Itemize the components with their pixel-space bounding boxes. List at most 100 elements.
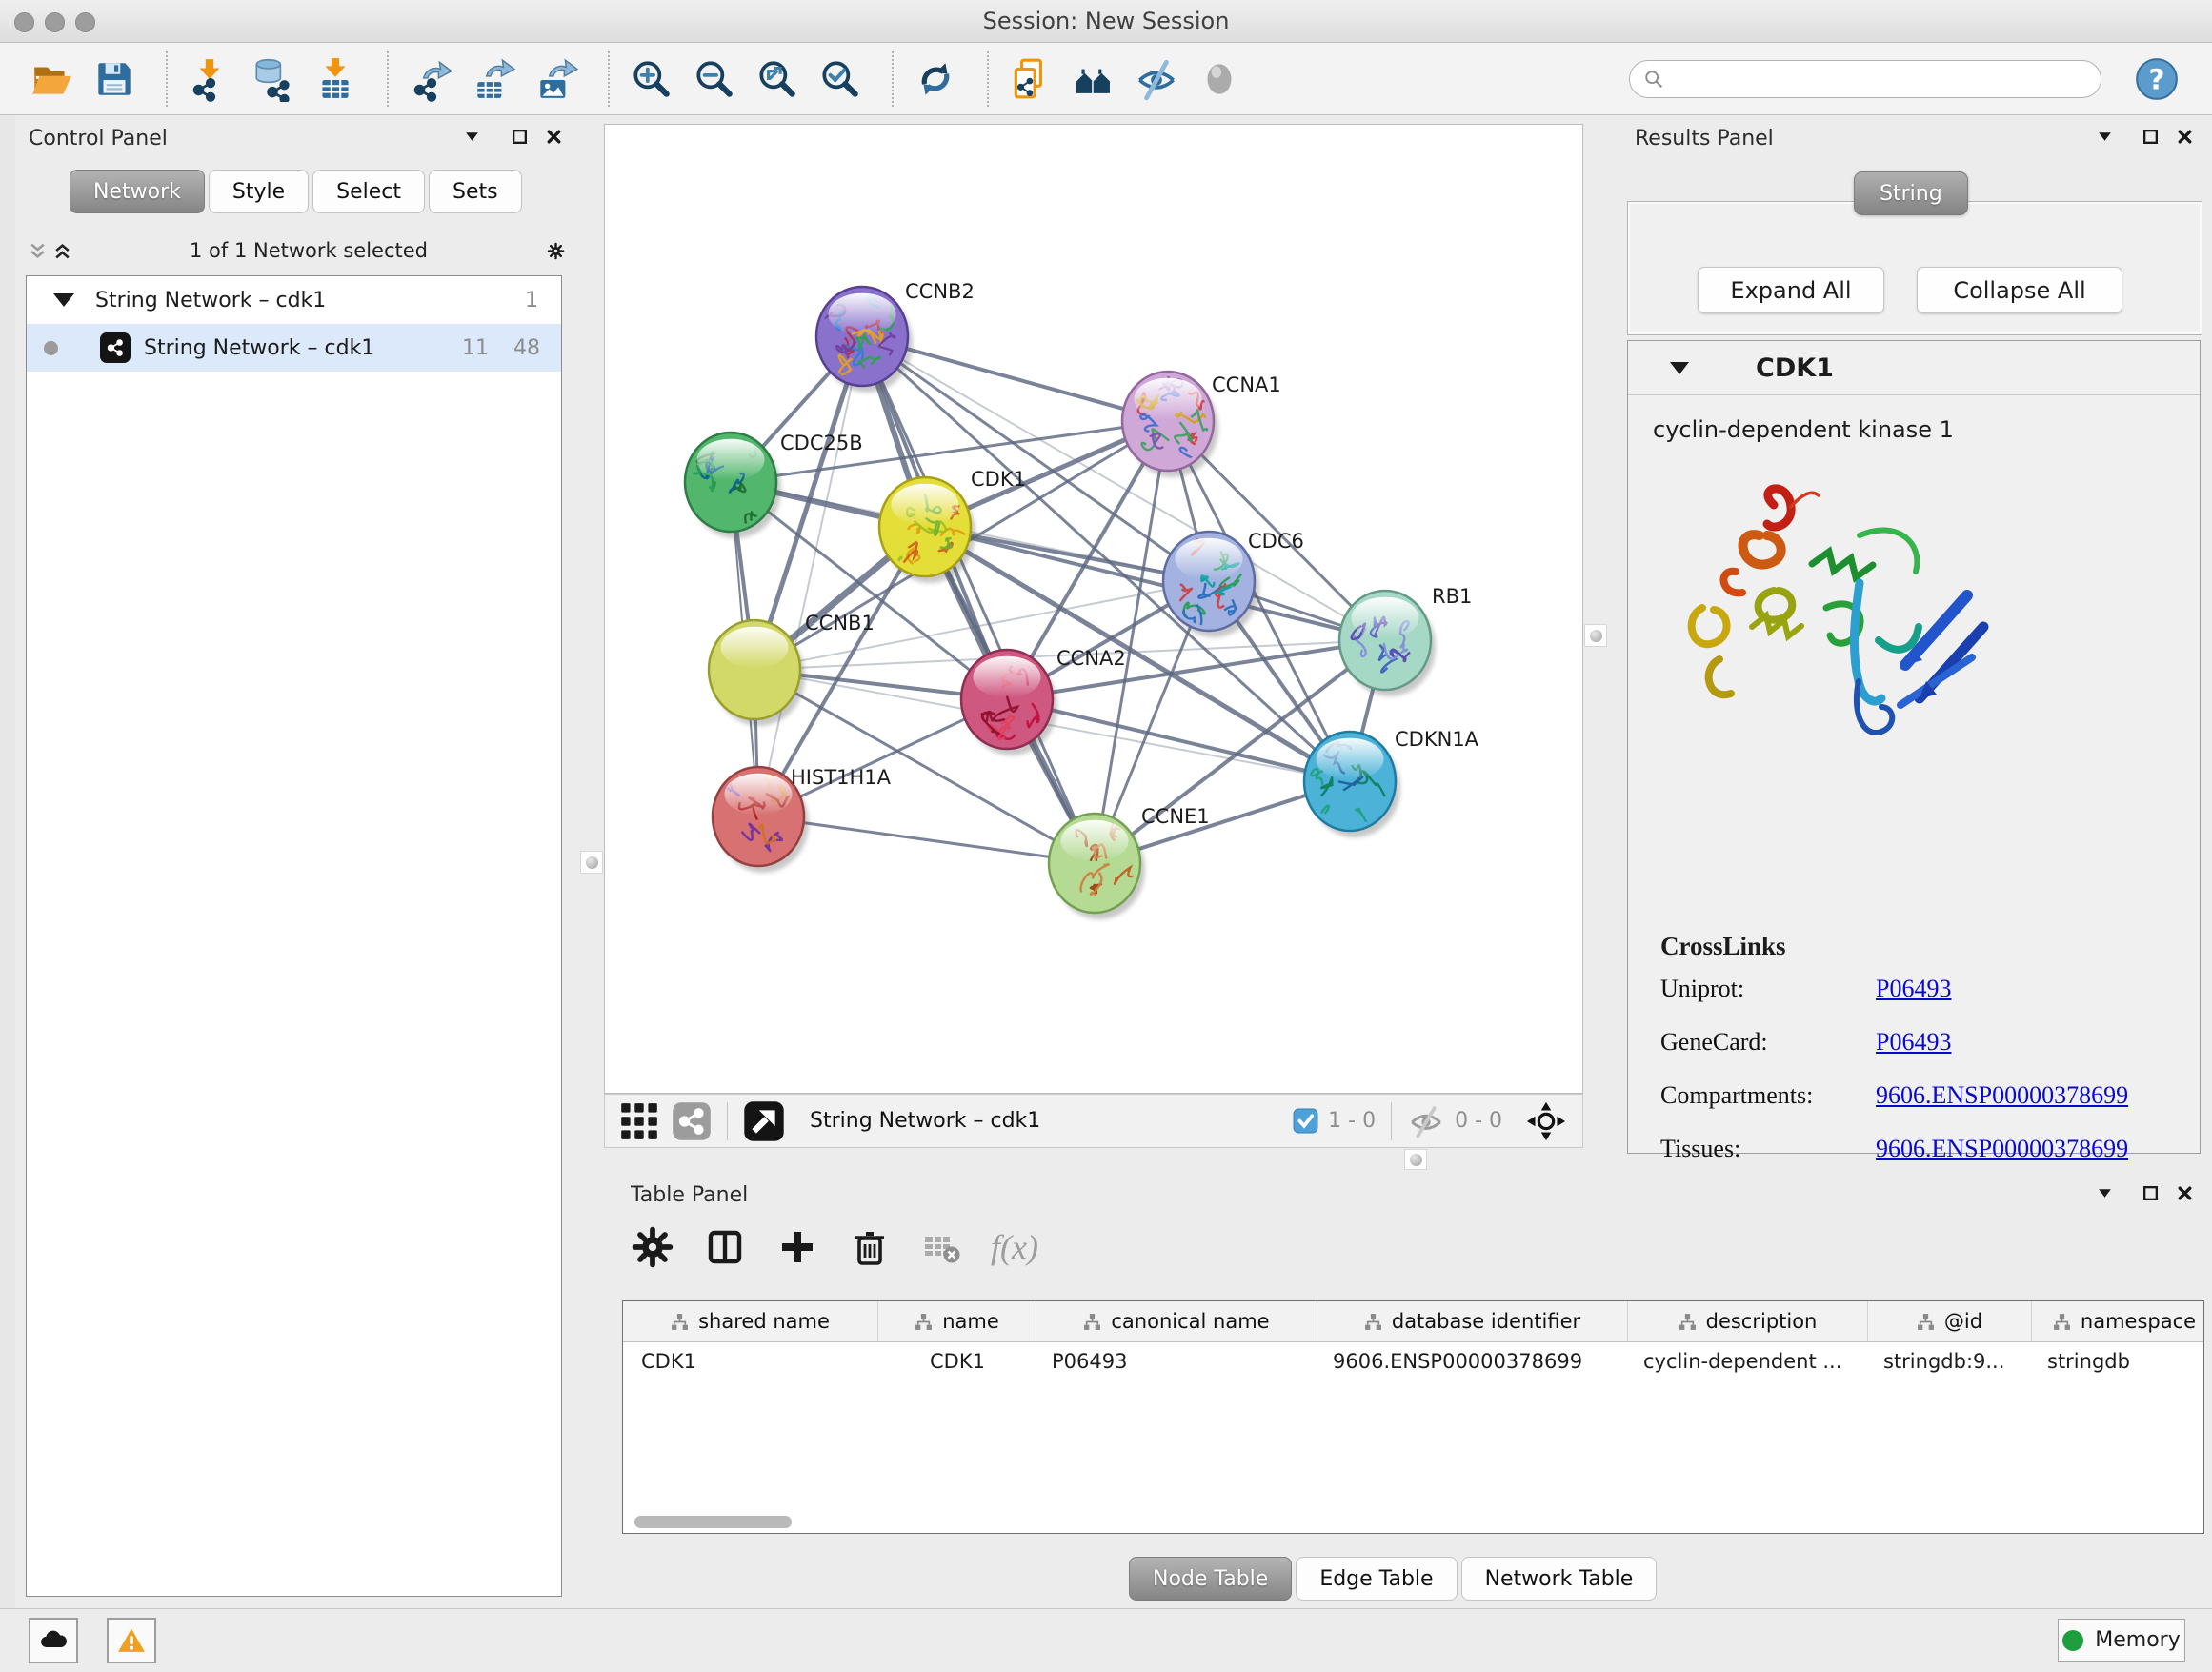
delete-column-button[interactable] (840, 1218, 899, 1277)
cloud-status-button[interactable] (29, 1618, 78, 1663)
table-panel-menu-button[interactable] (2092, 1180, 2117, 1205)
selected-checkbox[interactable] (1293, 1108, 1318, 1134)
memory-button[interactable]: Memory (2058, 1619, 2185, 1662)
control-panel-menu-button[interactable] (459, 124, 484, 149)
table-panel-float-button[interactable] (2138, 1180, 2162, 1205)
column-header-database-identifier[interactable]: database identifier (1317, 1301, 1628, 1341)
network-graph[interactable]: CCNB2 CCNA1 CDC25BCDK1 CDC6 RB1 CCNB1 CCNA2 CDK… (605, 125, 1582, 1093)
table-cell[interactable]: cyclin-dependent ... (1628, 1350, 1868, 1373)
control-tab-select[interactable]: Select (312, 170, 425, 213)
left-splitter[interactable] (579, 115, 604, 1608)
collapse-all-networks-button[interactable] (25, 238, 50, 263)
collection-expand-icon[interactable] (53, 293, 74, 307)
horizontal-scrollbar[interactable] (634, 1516, 792, 1528)
control-tab-style[interactable]: Style (209, 170, 309, 213)
network-row-selected[interactable]: String Network – cdk1 11 48 (27, 324, 561, 372)
table-row[interactable]: CDK1CDK1P064939606.ENSP00000378699cyclin… (623, 1342, 2203, 1380)
zoom-out-button[interactable] (688, 51, 741, 107)
clone-network-button[interactable] (1004, 51, 1057, 107)
hide-selected-button[interactable] (1130, 51, 1183, 107)
network-edge-CCNA2-CDKN1A[interactable] (1007, 699, 1350, 781)
crosslink-link[interactable]: P06493 (1876, 975, 1951, 1003)
network-canvas[interactable]: CCNB2 CCNA1 CDC25BCDK1 CDC6 RB1 CCNB1 CCNA2 CDK… (604, 124, 1583, 1094)
pan-mode-button[interactable] (1525, 1100, 1567, 1142)
column-header--id[interactable]: @id (1868, 1301, 2032, 1341)
open-session-button[interactable] (25, 51, 78, 107)
show-all-button[interactable] (1193, 51, 1246, 107)
network-mode-button[interactable] (672, 1101, 712, 1141)
results-tab-string[interactable]: String (1854, 171, 1968, 215)
create-column-button[interactable] (768, 1218, 827, 1277)
table-panel-close-button[interactable] (2172, 1180, 2197, 1205)
export-image-button[interactable] (530, 51, 583, 107)
grid-mode-button[interactable] (620, 1102, 658, 1140)
table-tab-network-table[interactable]: Network Table (1461, 1557, 1658, 1601)
column-header-shared-name[interactable]: shared name (623, 1301, 878, 1341)
window-left-edge (0, 115, 16, 1608)
table-cell[interactable]: CDK1 (878, 1350, 1036, 1373)
control-tab-sets[interactable]: Sets (429, 170, 522, 213)
network-node-CCNE1[interactable]: CCNE1 (1049, 805, 1210, 919)
export-table-button[interactable] (467, 51, 520, 107)
table-cell[interactable]: stringdb (2032, 1350, 2204, 1373)
network-node-CCNA2[interactable]: CCNA2 (961, 647, 1126, 755)
network-collection-row[interactable]: String Network – cdk1 1 (27, 276, 561, 324)
network-node-CCNB2[interactable]: CCNB2 (816, 280, 975, 393)
gene-card-header[interactable]: CDK1 (1628, 341, 2200, 395)
column-header-namespace[interactable]: namespace (2032, 1301, 2204, 1341)
apply-layout-button[interactable] (909, 51, 962, 107)
import-network-file-button[interactable] (183, 51, 236, 107)
node-table[interactable]: shared namenamecanonical namedatabase id… (622, 1300, 2204, 1534)
help-button[interactable]: ? (2130, 51, 2183, 107)
zoom-in-button[interactable] (625, 51, 678, 107)
network-node-CCNA1[interactable]: CCNA1 (1122, 372, 1281, 477)
network-edge-CCNB2-HIST1H1A[interactable] (758, 336, 862, 816)
crosslink-link[interactable]: 9606.ENSP00000378699 (1876, 1081, 2128, 1110)
birdseye-view-button[interactable] (743, 1100, 785, 1142)
search-input[interactable] (1664, 67, 2087, 91)
network-node-RB1[interactable]: RB1 (1339, 585, 1472, 696)
control-panel-float-button[interactable] (507, 124, 532, 149)
network-options-button[interactable] (543, 238, 568, 263)
zoom-fit-button[interactable] (751, 51, 804, 107)
table-cell[interactable]: CDK1 (623, 1350, 878, 1373)
first-neighbors-button[interactable] (1067, 51, 1120, 107)
search-box[interactable] (1629, 60, 2101, 98)
save-session-button[interactable] (88, 51, 141, 107)
table-cell[interactable]: P06493 (1036, 1350, 1317, 1373)
crosslink-link[interactable]: 9606.ENSP00000378699 (1876, 1135, 2128, 1163)
chevron-down-icon (2096, 128, 2114, 146)
gene-collapse-icon[interactable] (1670, 362, 1689, 374)
zoom-selected-button[interactable] (814, 51, 867, 107)
results-panel-float-button[interactable] (2138, 124, 2162, 149)
expand-all-networks-button[interactable] (50, 238, 74, 263)
network-node-CDC25B[interactable]: CDC25B (685, 432, 863, 538)
expand-all-button[interactable]: Expand All (1698, 267, 1884, 313)
network-node-CCNB1[interactable]: CCNB1 (709, 612, 875, 726)
import-table-button[interactable] (309, 51, 362, 107)
control-panel-close-button[interactable] (541, 124, 566, 149)
collapse-all-button[interactable]: Collapse All (1917, 267, 2122, 313)
network-node-CDC6[interactable]: CDC6 (1163, 530, 1304, 637)
right-splitter[interactable] (1583, 115, 1608, 1154)
import-network-database-button[interactable] (246, 51, 299, 107)
results-panel-close-button[interactable] (2172, 124, 2197, 149)
column-header-name[interactable]: name (878, 1301, 1036, 1341)
network-node-HIST1H1A[interactable]: HIST1H1A (713, 766, 892, 873)
crosslink-link[interactable]: P06493 (1876, 1028, 1951, 1057)
table-tab-node-table[interactable]: Node Table (1129, 1557, 1292, 1601)
column-header-canonical-name[interactable]: canonical name (1036, 1301, 1317, 1341)
table-cell[interactable]: stringdb:9... (1868, 1350, 2032, 1373)
network-node-CDK1[interactable]: CDK1 (879, 468, 1026, 583)
export-network-button[interactable] (404, 51, 457, 107)
show-columns-button[interactable] (695, 1218, 754, 1277)
table-tab-edge-table[interactable]: Edge Table (1296, 1557, 1457, 1601)
warning-status-button[interactable] (107, 1618, 156, 1663)
table-cell[interactable]: 9606.ENSP00000378699 (1317, 1350, 1628, 1373)
network-edge-CCNB2-CCNE1[interactable] (862, 336, 1095, 863)
results-panel-menu-button[interactable] (2092, 124, 2117, 149)
control-tab-network[interactable]: Network (70, 170, 205, 213)
network-node-CDKN1A[interactable]: CDKN1A (1304, 728, 1479, 837)
column-header-description[interactable]: description (1628, 1301, 1868, 1341)
table-options-button[interactable] (623, 1218, 682, 1277)
